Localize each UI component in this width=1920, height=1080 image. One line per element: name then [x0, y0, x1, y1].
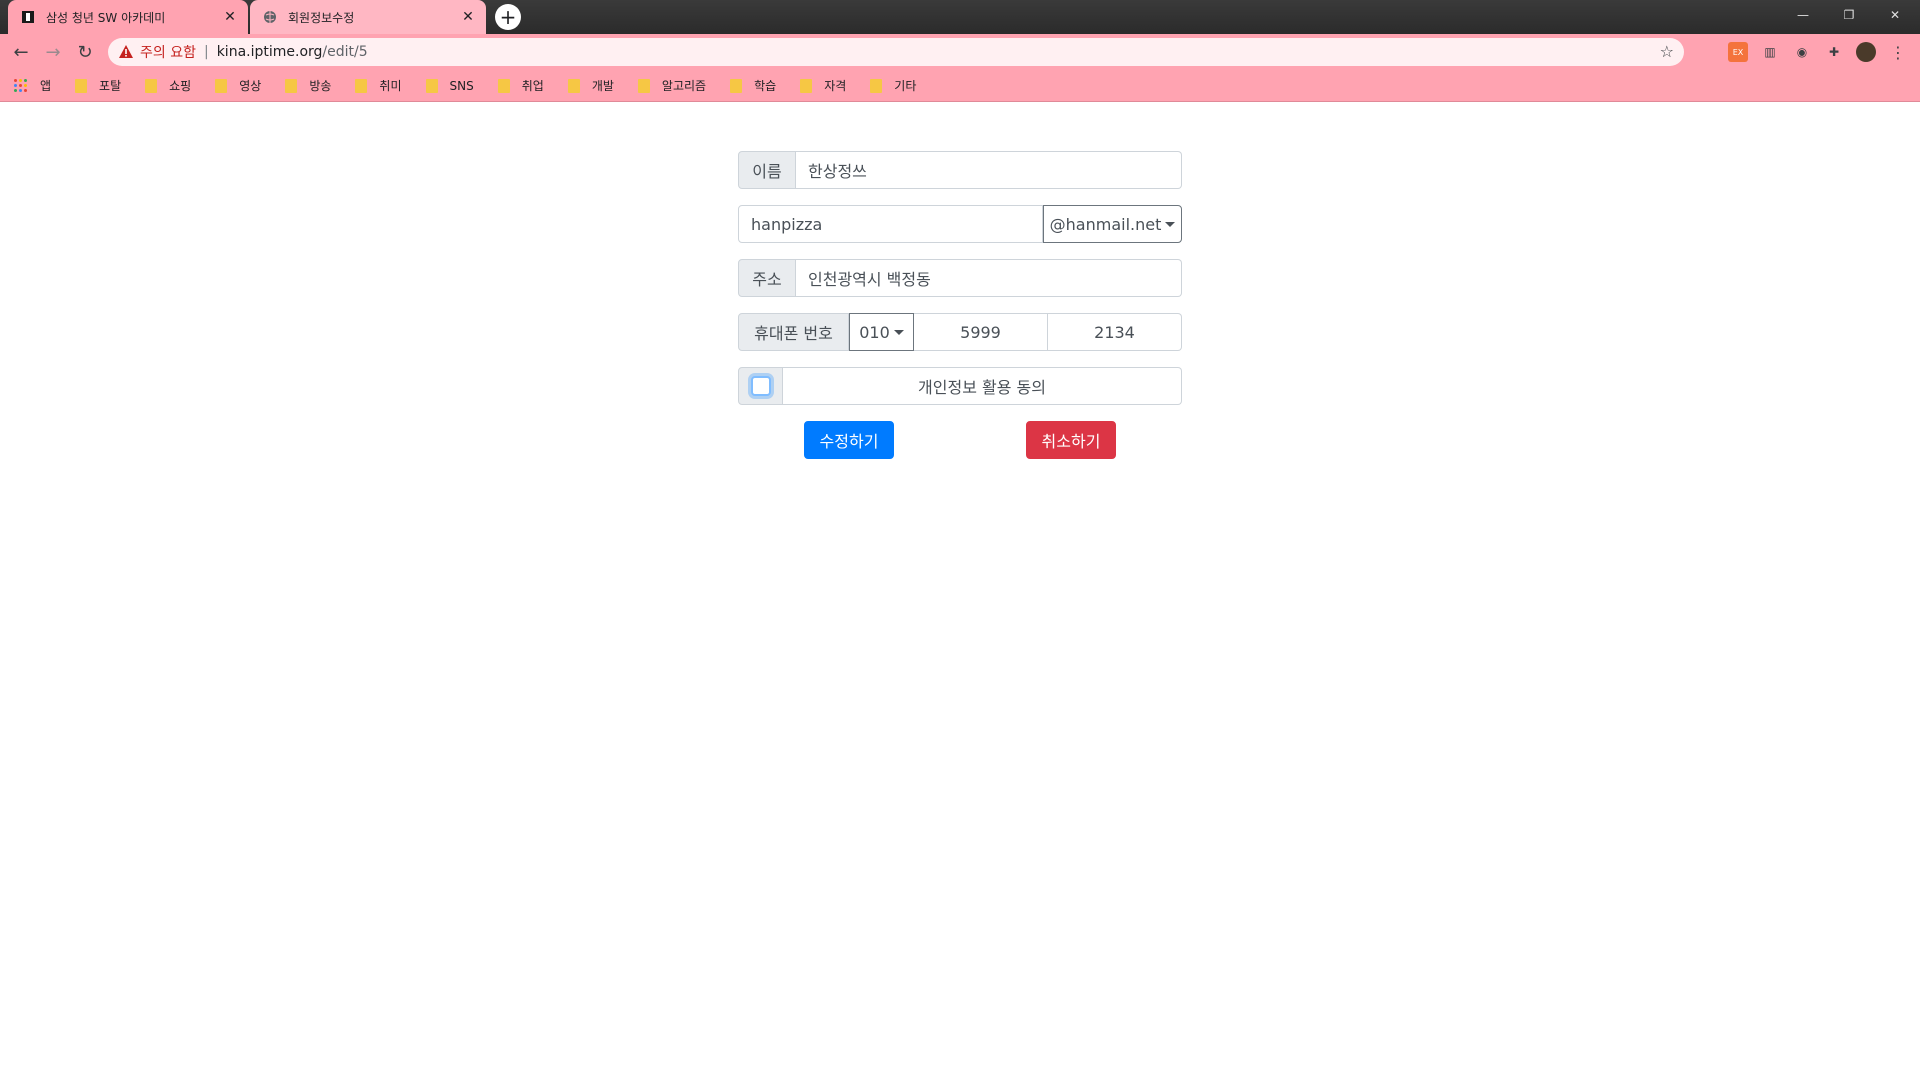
bookmark-label: 방송 — [309, 79, 332, 93]
bookmark-folder[interactable]: 알고리즘 — [637, 77, 707, 94]
folder-icon — [145, 78, 158, 93]
window-close-icon[interactable]: ✕ — [1872, 0, 1918, 30]
phone-prefix-dropdown[interactable]: 010 — [849, 313, 914, 351]
menu-kebab-icon[interactable]: ⋮ — [1888, 42, 1908, 62]
folder-icon — [285, 78, 298, 93]
phone-last-input[interactable]: 2134 — [1048, 313, 1182, 351]
address-input[interactable]: 인천광역시 백정동 — [796, 259, 1182, 297]
extension-icon[interactable]: ◉ — [1792, 42, 1812, 62]
tab-member-edit[interactable]: 회원정보수정 ✕ — [250, 0, 486, 34]
bookmark-apps[interactable]: 앱 — [14, 77, 51, 94]
tab-close-icon[interactable]: ✕ — [460, 9, 476, 25]
bookmark-folder[interactable]: 학습 — [730, 77, 776, 94]
bookmark-label: 취업 — [521, 79, 544, 93]
new-tab-button[interactable]: + — [495, 4, 521, 30]
folder-icon — [75, 78, 88, 93]
phone-input-group: 휴대폰 번호 010 5999 2134 — [738, 313, 1182, 351]
security-warning-text[interactable]: 주의 요함 — [140, 42, 196, 62]
folder-icon — [425, 78, 438, 93]
url-path: /edit/5 — [322, 44, 368, 60]
bookmark-label: 학습 — [754, 79, 777, 93]
folder-icon — [800, 78, 813, 93]
consent-input-group: 개인정보 활용 동의 — [738, 367, 1182, 405]
folder-icon — [497, 78, 510, 93]
globe-icon — [262, 9, 278, 25]
warning-icon — [119, 45, 133, 58]
email-domain-value: @hanmail.net — [1049, 214, 1162, 234]
reading-list-icon[interactable]: ▥ — [1760, 42, 1780, 62]
bookmark-folder[interactable]: 포탈 — [75, 77, 121, 94]
apps-grid-icon — [14, 78, 28, 93]
bookmark-folder[interactable]: 기타 — [870, 77, 916, 94]
folder-icon — [567, 78, 580, 93]
folder-icon — [870, 78, 883, 93]
restore-icon[interactable]: ❐ — [1826, 0, 1872, 30]
extension-icon[interactable]: EX — [1728, 42, 1748, 62]
address-label: 주소 — [738, 259, 796, 297]
name-label: 이름 — [738, 151, 796, 189]
bookmark-folder[interactable]: 취업 — [497, 77, 544, 94]
consent-label: 개인정보 활용 동의 — [783, 367, 1182, 405]
tab-title: 삼성 청년 SW 아카데미 — [46, 10, 166, 25]
phone-prefix-value: 010 — [859, 322, 890, 342]
bookmark-label: 앱 — [40, 79, 52, 93]
bookmark-label: 기타 — [894, 79, 917, 93]
tab-close-icon[interactable]: ✕ — [222, 9, 238, 25]
reload-icon[interactable]: ↻ — [72, 39, 98, 65]
url-host: kina.iptime.org — [216, 44, 323, 60]
folder-icon — [355, 78, 368, 93]
browser-toolbar: ← → ↻ 주의 요함 | kina.iptime.org /edit/5 ☆ … — [0, 34, 1920, 70]
phone-label: 휴대폰 번호 — [738, 313, 849, 351]
email-input-group: hanpizza @hanmail.net — [738, 205, 1182, 243]
bookmark-folder[interactable]: 영상 — [215, 77, 261, 94]
email-domain-dropdown[interactable]: @hanmail.net — [1043, 205, 1182, 243]
consent-checkbox[interactable] — [750, 376, 771, 396]
tab-strip: 삼성 청년 SW 아카데미 ✕ 회원정보수정 ✕ + — ❐ ✕ — [0, 0, 1920, 34]
bookmark-label: 알고리즘 — [661, 79, 707, 93]
bookmark-label: 자격 — [824, 79, 847, 93]
bookmark-folder[interactable]: 취미 — [355, 77, 402, 94]
consent-checkbox-wrapper — [738, 367, 783, 405]
tab-title: 회원정보수정 — [288, 10, 355, 25]
bookmark-label: SNS — [449, 78, 474, 93]
omnibox-separator: | — [203, 44, 209, 60]
bookmarks-bar: 앱 포탈 쇼핑 영상 방송 취미 SNS 취업 개발 알고리즘 학습 자격 기타 — [0, 70, 1920, 102]
submit-edit-button[interactable]: 수정하기 — [804, 421, 894, 459]
forward-icon[interactable]: → — [40, 39, 66, 65]
caret-down-icon — [893, 329, 904, 335]
caret-down-icon — [1165, 221, 1176, 227]
minimize-icon[interactable]: — — [1780, 0, 1826, 30]
phone-middle-input[interactable]: 5999 — [914, 313, 1048, 351]
profile-avatar-icon[interactable] — [1856, 42, 1876, 62]
bookmark-folder[interactable]: 방송 — [285, 77, 331, 94]
bookmark-label: 쇼핑 — [169, 79, 192, 93]
bookmark-label: 취미 — [379, 79, 402, 93]
bookmark-folder[interactable]: 자격 — [800, 77, 846, 94]
address-bar[interactable]: 주의 요함 | kina.iptime.org /edit/5 ☆ — [108, 38, 1684, 66]
address-input-group: 주소 인천광역시 백정동 — [738, 259, 1182, 297]
bookmark-label: 개발 — [591, 79, 614, 93]
email-id-input[interactable]: hanpizza — [738, 205, 1043, 243]
tab-ssafy[interactable]: 삼성 청년 SW 아카데미 ✕ — [8, 0, 248, 34]
ssafy-favicon-icon — [20, 9, 36, 25]
bookmark-label: 포탈 — [99, 79, 122, 93]
back-icon[interactable]: ← — [8, 39, 34, 65]
bookmark-folder[interactable]: SNS — [425, 78, 474, 93]
folder-icon — [730, 78, 743, 93]
bookmark-star-icon[interactable]: ☆ — [1660, 42, 1674, 61]
puzzle-extensions-icon[interactable]: ✚ — [1824, 42, 1844, 62]
folder-icon — [637, 78, 650, 93]
cancel-button[interactable]: 취소하기 — [1026, 421, 1116, 459]
name-input-group: 이름 한상정쓰 — [738, 151, 1182, 189]
bookmark-label: 영상 — [239, 79, 262, 93]
bookmark-folder[interactable]: 쇼핑 — [145, 77, 191, 94]
name-input[interactable]: 한상정쓰 — [796, 151, 1182, 189]
bookmark-folder[interactable]: 개발 — [567, 77, 614, 94]
folder-icon — [215, 78, 228, 93]
